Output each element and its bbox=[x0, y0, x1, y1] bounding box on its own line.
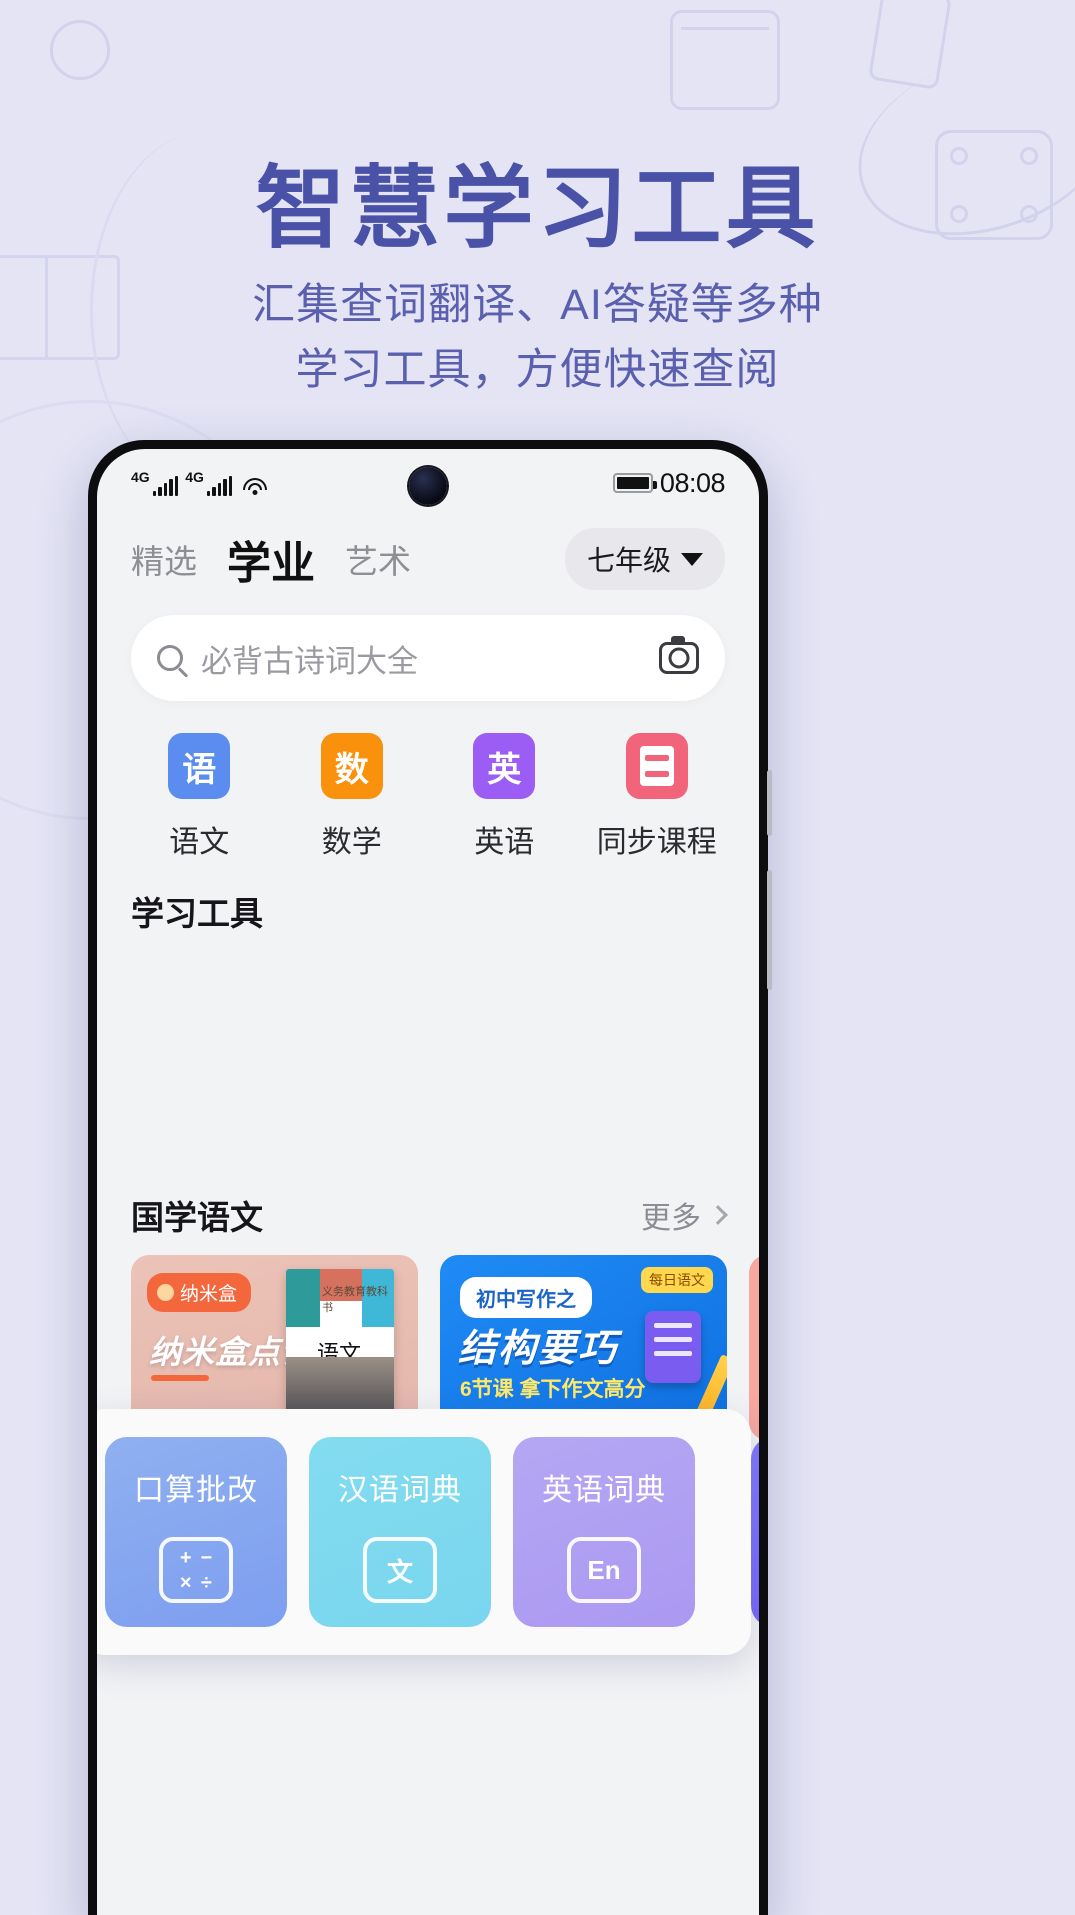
signal-bars-icon-1 bbox=[152, 476, 179, 496]
card-art-chip: 每日语文 bbox=[641, 1267, 713, 1293]
volume-button[interactable] bbox=[767, 770, 772, 836]
subject-sync-course[interactable]: 同步课程 bbox=[581, 733, 734, 861]
math-glyph: 数 bbox=[334, 750, 369, 789]
grade-selector-label: 七年级 bbox=[586, 545, 671, 576]
signal-bars-icon-2 bbox=[206, 476, 233, 496]
tool-label: 口算批改 bbox=[134, 1474, 258, 1507]
status-bar-left: 4G 4G bbox=[131, 470, 268, 496]
study-tools-floating-card: 口算批改 + − × ÷ 汉语词典 文 英语词典 En bbox=[97, 1409, 759, 1655]
hero-subtitle-line-2: 学习工具，方便快速查阅 bbox=[295, 345, 780, 394]
tool-card-english-dictionary[interactable]: 英语词典 En bbox=[513, 1437, 695, 1627]
more-button-chinese-studies[interactable]: 更多 bbox=[641, 1193, 728, 1237]
textbook-publisher: 义务教育教科书 bbox=[322, 1286, 388, 1314]
note-doodle-icon bbox=[868, 0, 952, 90]
search-icon bbox=[157, 645, 183, 671]
section-title-chinese-studies: 国学语文 bbox=[131, 1199, 263, 1236]
circle-doodle-icon bbox=[50, 20, 110, 80]
search-section: 必背古诗词大全 bbox=[97, 601, 759, 701]
camera-icon[interactable] bbox=[659, 636, 699, 674]
subject-label-math: 数学 bbox=[321, 826, 382, 859]
status-bar: 4G 4G 08:08 bbox=[97, 449, 759, 511]
battery-icon bbox=[612, 473, 657, 493]
subject-label-english: 英语 bbox=[474, 826, 535, 859]
subject-chinese[interactable]: 语 语文 bbox=[123, 733, 276, 861]
study-tools-header: 学习工具 bbox=[97, 869, 759, 941]
study-tools-title: 学习工具 bbox=[131, 895, 263, 932]
textbook-cover: 义务教育教科书 语文 bbox=[286, 1269, 394, 1421]
chinese-dictionary-icon: 文 bbox=[363, 1537, 437, 1603]
chevron-right-icon bbox=[708, 1205, 728, 1225]
english-dictionary-icon: En bbox=[567, 1537, 641, 1603]
english-subject-icon: 英 bbox=[466, 733, 536, 806]
art-underline bbox=[151, 1375, 209, 1381]
subject-label-sync-course: 同步课程 bbox=[596, 826, 717, 859]
phone-mockup: 4G 4G 08:08 精选 学业 艺术 七年级 必背古诗词大全 语 语文 数 … bbox=[88, 440, 772, 1915]
calendar-doodle-icon bbox=[670, 10, 780, 110]
subject-english[interactable]: 英 英语 bbox=[428, 733, 581, 861]
section-header-chinese-studies: 国学语文 更多 bbox=[97, 1173, 759, 1245]
front-camera bbox=[409, 467, 447, 505]
page-title: 智慧学习工具 bbox=[255, 159, 820, 259]
signal-indicator-1: 4G bbox=[131, 469, 179, 496]
chevron-down-icon bbox=[681, 552, 703, 566]
tab-arts[interactable]: 艺术 bbox=[345, 535, 411, 583]
hero-banner: 智慧学习工具 汇集查词翻译、AI答疑等多种 学习工具，方便快速查阅 bbox=[0, 160, 1075, 402]
tool-card-chinese-dictionary[interactable]: 汉语词典 文 bbox=[309, 1437, 491, 1627]
tool-label: 英语词典 bbox=[542, 1474, 666, 1507]
brand-badge: 纳米盒 bbox=[147, 1273, 252, 1312]
tool-card-mental-math[interactable]: 口算批改 + − × ÷ bbox=[105, 1437, 287, 1627]
status-bar-clock: 08:08 bbox=[659, 467, 726, 498]
sync-course-icon bbox=[618, 733, 688, 806]
hero-subtitle-line-1: 汇集查词翻译、AI答疑等多种 bbox=[252, 281, 823, 329]
phone-screen: 4G 4G 08:08 精选 学业 艺术 七年级 必背古诗词大全 语 语文 数 … bbox=[97, 449, 759, 1915]
wifi-icon bbox=[242, 476, 268, 496]
grade-selector[interactable]: 七年级 bbox=[564, 528, 725, 590]
subject-math[interactable]: 数 数学 bbox=[276, 733, 429, 861]
brand-logo-icon bbox=[157, 1284, 174, 1301]
english-glyph: 英 bbox=[487, 750, 522, 789]
signal-indicator-2: 4G bbox=[185, 469, 233, 496]
hero-subtitle: 汇集查词翻译、AI答疑等多种 学习工具，方便快速查阅 bbox=[0, 273, 1075, 402]
network-type-2: 4G bbox=[185, 469, 204, 485]
tool-card-peek[interactable] bbox=[751, 1437, 759, 1627]
status-bar-right: 08:08 bbox=[612, 467, 726, 499]
chinese-subject-icon: 语 bbox=[161, 733, 231, 806]
card-art-headline: 结构要巧 bbox=[458, 1328, 619, 1370]
card-art-pill: 初中写作之 bbox=[460, 1277, 592, 1318]
subject-shortcuts: 语 语文 数 数学 英 英语 同步课程 bbox=[97, 701, 759, 869]
notebook-illustration bbox=[645, 1311, 701, 1383]
subject-label-chinese: 语文 bbox=[169, 826, 230, 859]
tab-academics[interactable]: 学业 bbox=[227, 527, 315, 591]
power-button[interactable] bbox=[767, 870, 772, 990]
brand-badge-label: 纳米盒 bbox=[180, 1284, 238, 1305]
calculator-icon: + − × ÷ bbox=[159, 1537, 233, 1603]
chinese-glyph: 语 bbox=[182, 750, 217, 789]
math-subject-icon: 数 bbox=[313, 733, 383, 806]
card-art-subtext: 6节课 拿下作文高分 bbox=[460, 1378, 646, 1401]
content-card-peek[interactable] bbox=[749, 1255, 759, 1440]
tab-featured[interactable]: 精选 bbox=[131, 535, 197, 583]
network-type-1: 4G bbox=[131, 469, 150, 485]
app-header: 精选 学业 艺术 七年级 bbox=[97, 511, 759, 601]
search-bar[interactable]: 必背古诗词大全 bbox=[131, 615, 725, 701]
more-label: 更多 bbox=[641, 1202, 701, 1235]
tool-label: 汉语词典 bbox=[338, 1474, 462, 1507]
search-input[interactable]: 必背古诗词大全 bbox=[201, 636, 641, 681]
